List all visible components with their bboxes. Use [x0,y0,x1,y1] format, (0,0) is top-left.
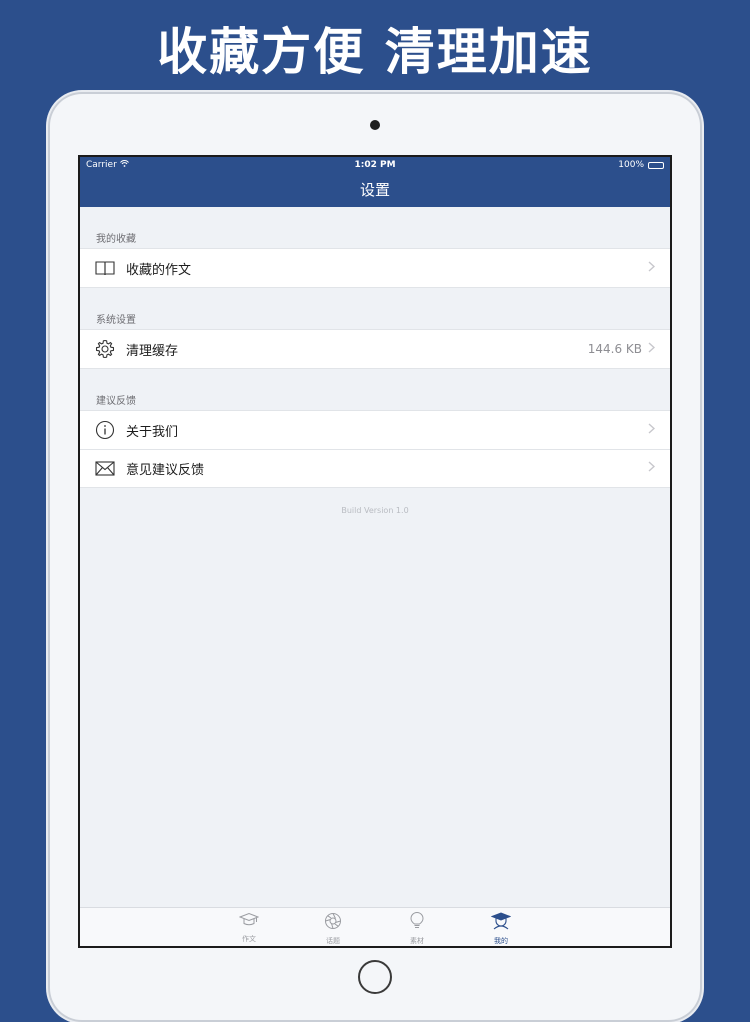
book-icon [94,257,116,279]
row-label: 关于我们 [126,424,179,440]
tablet-frame: Carrier 1:02 PM 100% 设置 我的收藏 收藏的作文 系统设置 … [48,92,702,1022]
tab-label: 作文 [242,935,256,943]
lightbulb-icon [410,912,424,934]
graduation-cap-icon [238,912,260,932]
tab-mine[interactable]: 我的 [459,908,543,946]
promo-title: 收藏方便 清理加速 [157,23,593,81]
app-screen: Carrier 1:02 PM 100% 设置 我的收藏 收藏的作文 系统设置 … [78,155,672,948]
battery-icon [648,161,664,169]
chevron-right-icon [648,341,656,357]
section-header-favorites: 我的收藏 [96,234,136,245]
group-favorites: 收藏的作文 [80,248,670,288]
tab-bar: 作文 话题 素材 我的 [80,907,670,946]
status-time: 1:02 PM [354,160,396,170]
group-feedback: 关于我们 意见建议反馈 [80,410,670,488]
tab-essays[interactable]: 作文 [207,908,291,946]
student-icon [490,912,512,934]
row-favorite-essays[interactable]: 收藏的作文 [80,249,670,287]
camera-dot [370,120,380,130]
envelope-icon [94,458,116,480]
info-icon [94,419,116,441]
settings-list: 我的收藏 收藏的作文 系统设置 清理缓存 144.6 KB 建议反馈 关于我们 … [80,207,670,515]
navigation-bar: Carrier 1:02 PM 100% 设置 [80,157,670,207]
row-feedback[interactable]: 意见建议反馈 [80,449,670,487]
chevron-right-icon [648,422,656,438]
tab-materials[interactable]: 素材 [375,908,459,946]
tab-label: 话题 [326,937,340,945]
row-label: 清理缓存 [126,343,179,359]
build-version: Build Version 1.0 [341,506,409,515]
chevron-right-icon [648,461,656,476]
cache-size: 144.6 KB [587,342,642,356]
battery-percent: 100% [618,160,644,170]
tab-label: 素材 [410,937,424,945]
section-header-feedback: 建议反馈 [96,396,136,407]
group-system: 清理缓存 144.6 KB [80,329,670,369]
tab-topics[interactable]: 话题 [291,908,375,946]
row-clear-cache[interactable]: 清理缓存 144.6 KB [80,330,670,368]
status-battery: 100% [618,160,664,170]
tab-label: 我的 [494,937,508,945]
section-header-system: 系统设置 [96,315,136,326]
aperture-icon [324,912,342,934]
gear-icon [94,338,116,360]
row-about-us[interactable]: 关于我们 [80,411,670,449]
row-label: 收藏的作文 [126,262,192,278]
page-title: 设置 [359,181,390,199]
home-button[interactable] [358,960,392,994]
chevron-right-icon [648,260,656,276]
row-label: 意见建议反馈 [126,463,205,478]
